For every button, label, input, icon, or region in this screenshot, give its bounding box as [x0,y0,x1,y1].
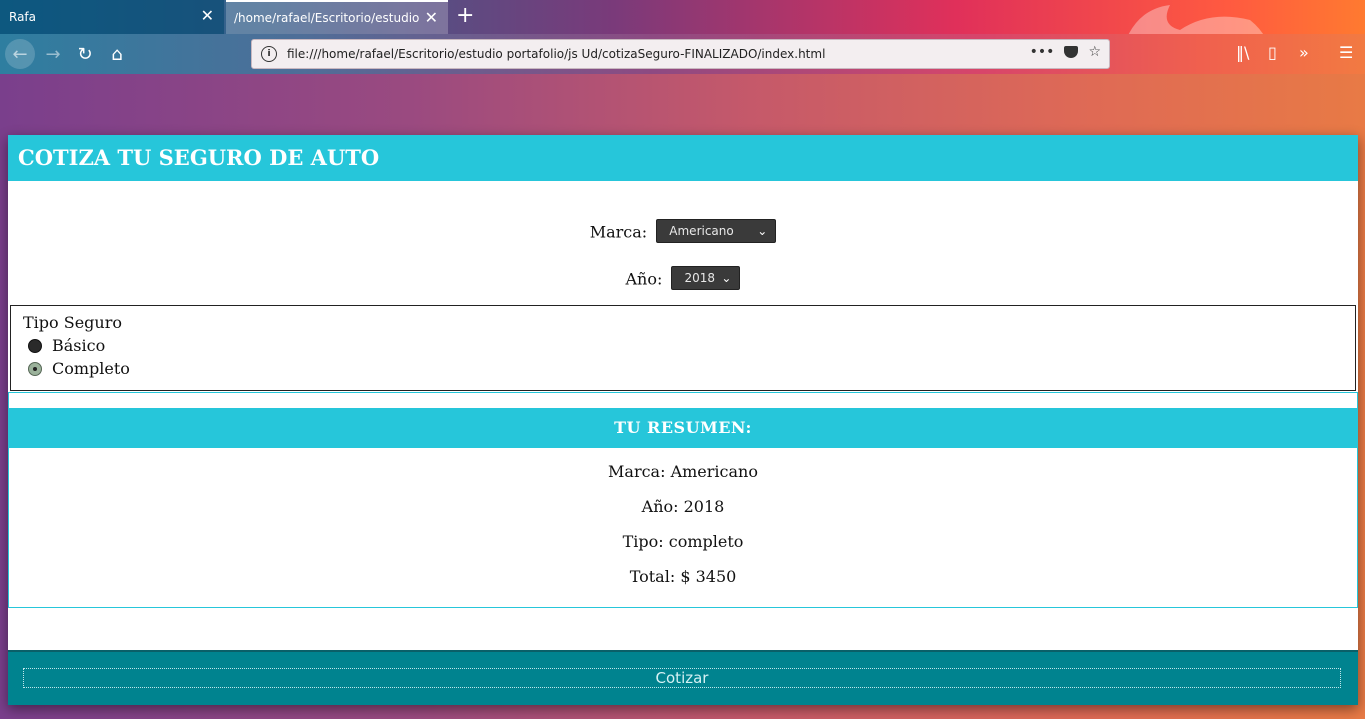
chevron-down-icon: ⌄ [757,224,768,238]
tipo-seguro-fieldset: Tipo Seguro Básico Completo [10,305,1356,391]
marca-row: Marca: Americano ⌄ [8,219,1358,245]
sidebar-icon[interactable]: ▯ [1268,43,1277,62]
library-icon[interactable]: ‖\ [1236,43,1249,62]
pocket-icon[interactable] [1064,46,1079,58]
radio-label-basico[interactable]: Básico [52,336,105,355]
tab-label: /home/rafael/Escritorio/estudio% [234,11,420,25]
cotizar-button-label[interactable]: Cotizar [23,668,1341,688]
tab-bar: Rafa ✕ /home/rafael/Escritorio/estudio% … [0,0,1365,70]
resumen-anio: Año: 2018 [641,497,725,516]
tab-index-html[interactable]: /home/rafael/Escritorio/estudio% ✕ [226,0,448,34]
home-icon[interactable]: ⌂ [103,40,131,68]
forward-icon[interactable]: → [39,40,67,68]
resumen-panel: TU RESUMEN: Marca: Americano Año: 2018 T… [8,392,1358,608]
anio-select[interactable]: 2018 ⌄ [671,266,741,290]
menu-icon[interactable]: ☰ [1339,43,1353,62]
url-bar[interactable]: i file:///home/rafael/Escritorio/estudio… [251,39,1110,69]
close-icon[interactable]: ✕ [201,7,214,25]
anio-label: Año: [625,269,663,289]
navigation-toolbar: ← → ↻ ⌂ i file:///home/rafael/Escritorio… [0,34,1365,74]
reload-icon[interactable]: ↻ [71,40,99,68]
tab-rafa[interactable]: Rafa ✕ [0,0,224,34]
back-icon[interactable]: ← [5,39,35,69]
bookmark-star-icon[interactable]: ☆ [1088,44,1101,60]
page-title: COTIZA TU SEGURO DE AUTO [18,145,380,170]
anio-row: Año: 2018 ⌄ [8,266,1358,292]
url-text[interactable]: file:///home/rafael/Escritorio/estudio p… [287,47,825,61]
new-tab-icon[interactable]: + [456,5,474,27]
more-icon[interactable]: ••• [1030,44,1055,60]
resumen-title: TU RESUMEN: [9,408,1357,448]
overflow-icon[interactable]: » [1299,43,1309,62]
quote-app: COTIZA TU SEGURO DE AUTO Marca: American… [8,135,1358,705]
tipo-seguro-legend: Tipo Seguro [23,313,123,332]
marca-select-value: Americano [669,224,734,238]
radio-option-completo[interactable]: Completo [28,359,130,378]
close-icon[interactable]: ✕ [425,9,438,27]
radio-label-completo[interactable]: Completo [52,359,130,378]
app-header: COTIZA TU SEGURO DE AUTO [8,135,1358,181]
resumen-total: Total: $ 3450 [629,567,737,586]
marca-select[interactable]: Americano ⌄ [656,219,777,243]
cotizar-button[interactable]: Cotizar [8,650,1358,705]
radio-button-basico[interactable] [28,338,42,353]
marca-label: Marca: [589,222,648,242]
radio-button-completo[interactable] [28,361,42,376]
info-icon[interactable]: i [261,46,277,62]
resumen-marca: Marca: Americano [608,462,758,481]
radio-option-basico[interactable]: Básico [28,336,105,355]
resumen-tipo: Tipo: completo [622,532,744,551]
tab-label: Rafa [9,10,37,24]
anio-select-value: 2018 [684,271,716,285]
chevron-down-icon: ⌄ [721,271,732,285]
